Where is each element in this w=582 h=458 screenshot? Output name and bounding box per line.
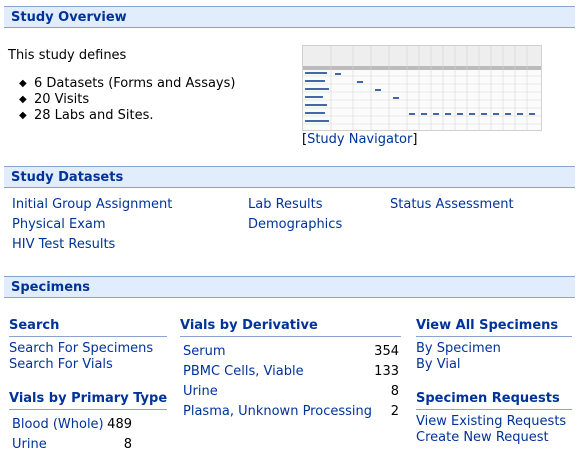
primary-type-count: 8 [123,437,132,452]
derivative-count: 354 [374,344,399,359]
by-vial-link[interactable]: By Vial [416,357,461,372]
derivative-label[interactable]: PBMC Cells, Viable [183,364,304,379]
bullet-icon: ◆ [19,78,27,89]
derivative-count: 2 [390,404,399,419]
specimens-header: Specimens [4,276,575,298]
derivative-label[interactable]: Plasma, Unknown Processing [183,404,372,419]
search-divider [9,336,167,337]
dataset-link-demographics[interactable]: Demographics [248,217,342,232]
derivative-section-title: Vials by Derivative [180,318,318,333]
derivative-label[interactable]: Serum [183,344,226,359]
study-navigator-link[interactable]: Study Navigator [307,132,412,147]
primary-type-label[interactable]: Urine [12,437,47,452]
study-navigator-link-row: [Study Navigator] [302,132,418,147]
primary-type-divider [9,409,167,410]
overview-bullet-list: ◆ 6 Datasets (Forms and Assays) ◆ 20 Visit… [19,76,236,124]
dataset-link-status-assessment[interactable]: Status Assessment [390,197,514,212]
list-item: ◆ 6 Datasets (Forms and Assays) [19,76,236,91]
list-item: ◆ 28 Labs and Sites. [19,108,154,123]
overview-intro: This study defines [8,48,127,63]
list-item: ◆ 20 Visits [19,92,90,107]
by-specimen-link[interactable]: By Specimen [416,341,501,356]
derivative-count: 8 [390,384,399,399]
specimen-requests-divider [416,409,572,410]
specimens-title: Specimens [11,280,91,295]
study-datasets-title: Study Datasets [11,170,124,185]
search-section-title: Search [9,318,60,333]
search-for-vials-link[interactable]: Search For Vials [9,357,113,372]
derivative-divider [180,336,401,337]
dataset-link-physical-exam[interactable]: Physical Exam [12,217,106,232]
search-for-specimens-link[interactable]: Search For Specimens [9,341,153,356]
derivative-count: 133 [374,364,399,379]
primary-type-count: 489 [107,417,132,432]
dataset-link-hiv-test-results[interactable]: HIV Test Results [12,237,115,252]
study-navigator-thumbnail[interactable] [302,45,542,131]
primary-type-section-title: Vials by Primary Type [9,391,168,406]
view-all-specimens-title: View All Specimens [416,318,559,333]
study-overview-title: Study Overview [11,10,127,25]
bullet-icon: ◆ [19,94,27,105]
dataset-link-lab-results[interactable]: Lab Results [248,197,323,212]
bullet-icon: ◆ [19,110,27,121]
view-all-divider [416,336,572,337]
study-datasets-header: Study Datasets [4,166,575,188]
derivative-label[interactable]: Urine [183,384,218,399]
dataset-link-initial-group-assignment[interactable]: Initial Group Assignment [12,197,172,212]
create-new-request-link[interactable]: Create New Request [416,430,549,445]
primary-type-label[interactable]: Blood (Whole) [12,417,104,432]
view-existing-requests-link[interactable]: View Existing Requests [416,414,566,429]
navigator-grid-image [303,46,541,130]
study-overview-header: Study Overview [4,6,575,28]
specimen-requests-title: Specimen Requests [416,391,560,406]
